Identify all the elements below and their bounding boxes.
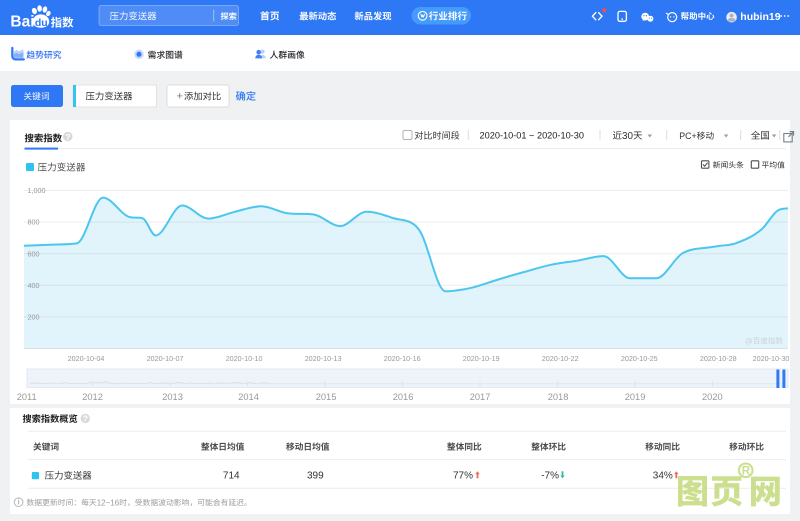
svg-text:34%: 34% — [653, 471, 673, 482]
svg-text:600: 600 — [28, 249, 40, 258]
svg-text:714: 714 — [223, 471, 240, 482]
svg-text:2017: 2017 — [470, 392, 491, 402]
svg-text:2020-10-19: 2020-10-19 — [463, 354, 500, 363]
svg-text:+: + — [177, 90, 183, 102]
svg-text:30: 30 — [622, 131, 633, 142]
svg-text:-7%: -7% — [541, 471, 559, 482]
svg-text:hubin19: hubin19 — [740, 11, 780, 23]
svg-text:R: R — [742, 465, 751, 478]
svg-text:2020-10-10: 2020-10-10 — [226, 354, 263, 363]
svg-text:2020-10-22: 2020-10-22 — [542, 354, 579, 363]
svg-text:200: 200 — [28, 313, 40, 322]
svg-text:2020-10-01 ~ 2020-10-30: 2020-10-01 ~ 2020-10-30 — [480, 131, 584, 141]
svg-text:2012: 2012 — [82, 392, 103, 402]
svg-text:?: ? — [83, 414, 88, 424]
svg-text:2018: 2018 — [548, 392, 569, 402]
svg-text:PC+: PC+ — [679, 131, 696, 141]
svg-text:2020-10-13: 2020-10-13 — [305, 354, 342, 363]
svg-text:2020: 2020 — [702, 392, 723, 402]
svg-text:2020-10-16: 2020-10-16 — [384, 354, 421, 363]
svg-text:2016: 2016 — [393, 392, 414, 402]
svg-text:1,000: 1,000 — [28, 186, 46, 195]
svg-text:2014: 2014 — [238, 392, 259, 402]
svg-text:Bai: Bai — [10, 14, 34, 31]
svg-text:12~16: 12~16 — [97, 498, 120, 507]
svg-text:2020-10-30: 2020-10-30 — [753, 354, 790, 363]
svg-text:?: ? — [65, 132, 70, 142]
svg-text:2020-10-25: 2020-10-25 — [621, 354, 658, 363]
svg-text:2013: 2013 — [162, 392, 183, 402]
svg-text:2015: 2015 — [316, 392, 337, 402]
svg-text:2020-10-07: 2020-10-07 — [147, 354, 184, 363]
svg-text:2011: 2011 — [17, 392, 37, 402]
svg-text:399: 399 — [307, 471, 324, 482]
svg-text:400: 400 — [28, 281, 40, 290]
svg-text:2020-10-28: 2020-10-28 — [700, 354, 737, 363]
svg-text:2020-10-04: 2020-10-04 — [68, 354, 105, 363]
svg-text:@: @ — [745, 337, 753, 346]
svg-text:du: du — [35, 17, 48, 29]
svg-text:800: 800 — [28, 218, 40, 227]
svg-text:77%: 77% — [453, 471, 473, 482]
svg-text:2019: 2019 — [625, 392, 646, 402]
